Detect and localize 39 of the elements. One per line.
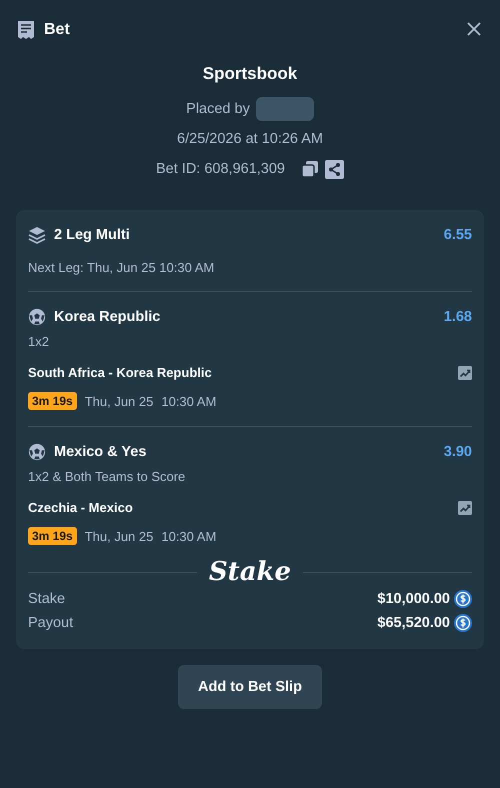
countdown-badge: 3m 19s — [28, 527, 77, 545]
total-label: Stake — [28, 591, 66, 607]
total-odds: 6.55 — [444, 227, 472, 243]
total-amount: $65,520.00 — [377, 615, 450, 631]
bet-id: Bet ID: 608,961,309 — [156, 161, 285, 177]
selection-odds: 3.90 — [444, 444, 472, 460]
match-name[interactable]: South Africa - Korea Republic — [28, 365, 212, 380]
coin-icon — [454, 590, 472, 608]
share-icon[interactable] — [325, 160, 344, 178]
market-name: 1x2 — [28, 334, 50, 349]
redacted-username — [256, 97, 314, 121]
layers-icon — [28, 226, 46, 244]
match-date: Thu, Jun 25 — [84, 528, 154, 544]
selection-name: Mexico & Yes — [54, 444, 146, 460]
multi-title: 2 Leg Multi — [54, 227, 130, 243]
modal-title: Bet — [44, 21, 70, 39]
market-name: 1x2 & Both Teams to Score — [28, 469, 186, 484]
countdown-badge: 3m 19s — [28, 392, 77, 410]
total-label: Payout — [28, 615, 74, 631]
next-leg-time: Next Leg: Thu, Jun 25 10:30 AM — [28, 260, 216, 275]
match-date: Thu, Jun 25 — [84, 394, 154, 408]
match-time: 10:30 AM — [161, 528, 216, 544]
bet-source-title: Sportsbook — [202, 64, 298, 84]
brand-logo: Stake — [208, 557, 292, 587]
selection-odds: 1.68 — [444, 309, 472, 325]
stats-icon[interactable] — [458, 366, 472, 380]
total-amount: $10,000.00 — [377, 591, 450, 607]
bet-date: 6/25/2026 at 10:26 AM — [177, 131, 323, 147]
soccer-ball-icon — [28, 308, 46, 326]
placed-by-label: Placed by — [186, 101, 250, 117]
add-to-bet-slip-button[interactable]: Add to Bet Slip — [178, 665, 322, 709]
stats-icon[interactable] — [458, 500, 472, 514]
match-time: 10:30 AM — [161, 394, 216, 408]
coin-icon — [454, 614, 472, 632]
soccer-ball-icon — [28, 443, 46, 461]
selection-name: Korea Republic — [54, 309, 160, 325]
receipt-icon — [16, 20, 36, 40]
match-name[interactable]: Czechia - Mexico — [28, 500, 133, 515]
copy-icon[interactable] — [301, 160, 319, 178]
